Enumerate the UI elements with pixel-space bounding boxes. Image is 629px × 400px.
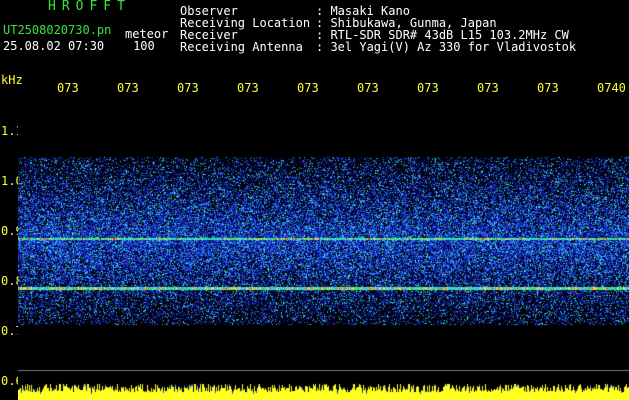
label-antenna: Receiving Antenna <box>180 40 303 54</box>
frequency-unit-label: kHz <box>1 73 23 87</box>
time-tick-label: 0740 <box>597 81 626 95</box>
timestamp-value: 25.08.02 07:30 <box>3 39 105 53</box>
time-tick-label: 073 <box>417 81 439 95</box>
time-tick-label: 073 <box>357 81 379 95</box>
file-name: UT2508020730.pn <box>3 23 112 37</box>
time-tick-label: 073 <box>57 81 79 95</box>
time-tick-label: 073 <box>537 81 559 95</box>
time-tick-label: 073 <box>177 81 199 95</box>
time-tick-label: 073 <box>297 81 319 95</box>
time-tick-label: 073 <box>477 81 499 95</box>
count-value: 100 <box>133 39 155 53</box>
time-tick-label: 073 <box>117 81 139 95</box>
hrofft-window: HROFFT UT2508020730.pn meteor 25.08.02 0… <box>0 0 629 400</box>
value-antenna: : 3el Yagi(V) Az 330 for Vladivostok <box>316 40 577 54</box>
time-tick-label: 073 <box>237 81 259 95</box>
info-labels: Observer Receiving Location Receiver Rec… <box>180 5 310 77</box>
info-values: : Masaki Kano : Shibukawa, Gunma, Japan … <box>316 5 576 77</box>
timestamp: 25.08.02 07:30 100 <box>3 40 155 52</box>
spectrogram <box>18 95 629 400</box>
app-brand: HROFFT <box>48 0 131 14</box>
